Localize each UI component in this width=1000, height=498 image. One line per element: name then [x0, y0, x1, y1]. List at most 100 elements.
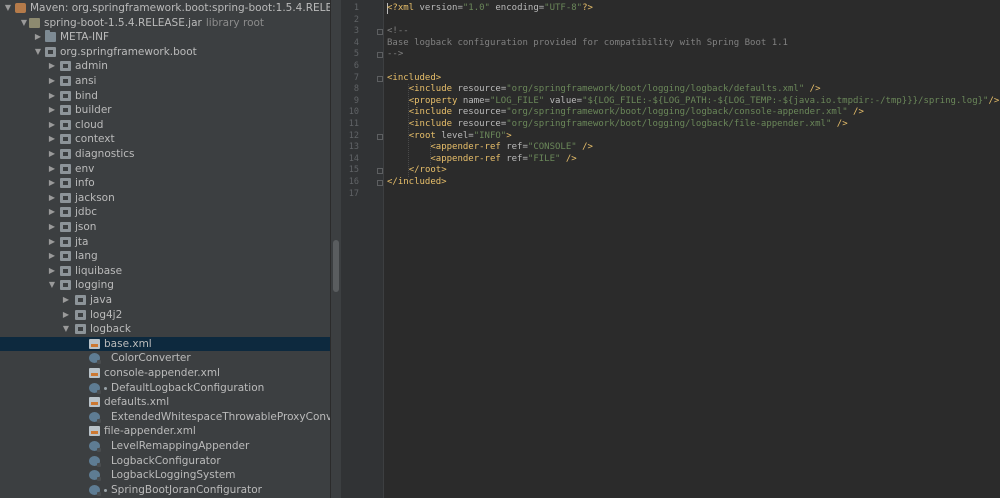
package-icon: [75, 324, 86, 335]
tree-item[interactable]: ColorConverter: [0, 351, 330, 366]
tree-item[interactable]: ▶ META-INF: [0, 30, 330, 45]
chevron-right-icon[interactable]: ▶: [48, 74, 56, 89]
tree-item[interactable]: LogbackLoggingSystem: [0, 468, 330, 483]
chevron-right-icon[interactable]: ▶: [48, 249, 56, 264]
chevron-right-icon[interactable]: ▶: [48, 89, 56, 104]
chevron-down-icon[interactable]: ▼: [20, 16, 28, 31]
tree-item[interactable]: ▼ org.springframework.boot: [0, 45, 330, 60]
tree-item[interactable]: console-appender.xml: [0, 366, 330, 381]
tree-item[interactable]: ExtendedWhitespaceThrowableProxyConv: [0, 410, 330, 425]
package-icon: [60, 236, 71, 247]
package-icon: [60, 76, 71, 86]
code-token: <include: [408, 84, 458, 95]
tree-item[interactable]: ▶ json: [0, 220, 330, 235]
code-token: resource=: [457, 119, 507, 129]
tree-item[interactable]: DefaultLogbackConfiguration: [0, 381, 330, 396]
chevron-right-icon[interactable]: ▶: [48, 59, 56, 74]
line-number: 4: [353, 37, 359, 48]
tree-item[interactable]: ▶ diagnostics: [0, 147, 330, 162]
tree-item[interactable]: ▶ java: [0, 293, 330, 308]
xml-file-icon: [89, 397, 100, 408]
code-token: resource=: [457, 107, 507, 118]
tree-item[interactable]: ▼ logback: [0, 322, 330, 337]
jar-icon: [29, 17, 40, 28]
code-token: ref=: [506, 153, 528, 164]
tree-item[interactable]: ▶ bind: [0, 89, 330, 104]
package-icon: [60, 149, 71, 159]
fold-marker-icon[interactable]: [377, 52, 383, 59]
scrollbar-thumb[interactable]: [333, 240, 339, 292]
code-token: />: [804, 84, 821, 95]
tree-item[interactable]: ▶ liquibase: [0, 264, 330, 279]
tree-item[interactable]: ▶ env: [0, 162, 330, 177]
tree-item-label: spring-boot-1.5.4.RELEASE.jar library roo…: [44, 16, 265, 29]
fold-marker-icon[interactable]: [377, 180, 383, 186]
tree-item[interactable]: ▼ logging: [0, 278, 330, 293]
code-token: "org/springframework/boot/logging/logbac…: [506, 119, 832, 129]
tree-item[interactable]: file-appender.xml: [0, 424, 330, 439]
tree-item[interactable]: ▶ ansi: [0, 74, 330, 89]
code-token: level=: [441, 130, 474, 141]
code-editor[interactable]: 1 2 3 4 5 6 7 8 9 10 11 12 13 14 15 16 17 <?xml version=…: [341, 0, 1000, 498]
editor-gutter: 1 2 3 4 5 6 7 8 9 10 11 12 13 14 15 16 17: [341, 0, 384, 498]
tree-item-label: SpringBootJoranConfigurator: [111, 483, 262, 496]
fold-marker-icon[interactable]: [377, 75, 383, 82]
chevron-right-icon[interactable]: ▶: [48, 220, 56, 235]
tree-item[interactable]: ▶ admin: [0, 59, 330, 74]
fold-marker-icon[interactable]: [377, 29, 383, 36]
tree-item[interactable]: SpringBootJoranConfigurator: [0, 483, 330, 498]
tree-item[interactable]: ▶ jackson: [0, 191, 330, 206]
chevron-right-icon[interactable]: ▶: [62, 308, 70, 323]
tree-item[interactable]: ▶ log4j2: [0, 308, 330, 323]
line-number: 7: [353, 72, 359, 83]
chevron-right-icon[interactable]: ▶: [48, 235, 56, 250]
chevron-right-icon[interactable]: ▶: [48, 118, 56, 133]
chevron-down-icon[interactable]: ▼: [62, 322, 70, 337]
tree-item[interactable]: ▶ lang: [0, 249, 330, 264]
tree-item[interactable]: ▶ info: [0, 176, 330, 191]
chevron-right-icon[interactable]: ▶: [48, 162, 56, 177]
chevron-right-icon[interactable]: ▶: [48, 191, 56, 206]
chevron-right-icon[interactable]: ▶: [62, 293, 70, 308]
chevron-right-icon[interactable]: ▶: [48, 176, 56, 191]
tree-item-label: LogbackLoggingSystem: [111, 469, 236, 482]
chevron-right-icon[interactable]: ▶: [48, 103, 56, 118]
chevron-right-icon[interactable]: ▶: [48, 132, 56, 147]
chevron-right-icon[interactable]: ▶: [48, 205, 56, 220]
code-token: />: [988, 95, 1000, 106]
chevron-down-icon[interactable]: ▼: [4, 1, 12, 16]
project-tree-scrollbar[interactable]: [331, 0, 341, 498]
package-icon: [60, 163, 71, 174]
code-token: <appender-ref: [430, 142, 507, 153]
tree-item[interactable]: ▶ context: [0, 132, 330, 147]
package-icon: [60, 251, 71, 262]
chevron-down-icon[interactable]: ▼: [48, 278, 56, 293]
tree-item[interactable]: defaults.xml: [0, 395, 330, 410]
tree-item-label: LevelRemappingAppender: [111, 440, 250, 452]
fold-marker-icon[interactable]: [377, 168, 383, 175]
code-token: "UTF-8": [544, 3, 583, 13]
tree-item[interactable]: ▶ jta: [0, 235, 330, 250]
tree-item[interactable]: LevelRemappingAppender: [0, 439, 330, 454]
chevron-down-icon[interactable]: ▼: [34, 45, 42, 60]
tree-item[interactable]: ▶ jdbc: [0, 205, 330, 220]
tree-item[interactable]: ▶ cloud: [0, 118, 330, 133]
package-icon: [60, 280, 71, 291]
chevron-right-icon[interactable]: ▶: [48, 147, 56, 162]
tree-item[interactable]: ▼ spring-boot-1.5.4.RELEASE.jar library ro…: [0, 16, 330, 31]
tree-item[interactable]: LogbackConfigurator: [0, 454, 330, 469]
tree-item[interactable]: base.xml: [0, 336, 330, 352]
fold-marker-icon[interactable]: [377, 133, 383, 140]
tree-item-label: logging: [75, 279, 114, 292]
tree-item[interactable]: ▶ builder: [0, 103, 330, 118]
tree-item[interactable]: ▼ Maven: org.springframework.boot:spring-…: [0, 1, 330, 16]
chevron-right-icon[interactable]: ▶: [34, 30, 42, 45]
tree-item-label: Maven: org.springframework.boot:spring-b…: [30, 2, 330, 14]
tree-item-label: builder: [75, 104, 112, 117]
chevron-right-icon[interactable]: ▶: [48, 264, 56, 279]
code-token: "INFO": [473, 130, 507, 141]
tree-item-label: info: [75, 177, 95, 190]
